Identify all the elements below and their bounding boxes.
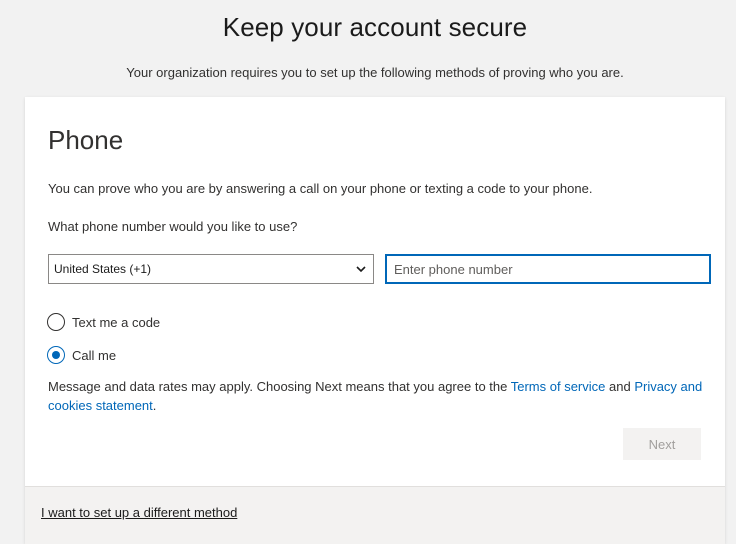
disclaimer-text-after: . [152, 398, 157, 413]
country-code-selected: United States (+1) [54, 262, 152, 276]
chevron-down-icon [356, 266, 366, 273]
page-subtitle: Your organization requires you to set up… [126, 65, 624, 80]
call-me-option[interactable]: Call me [47, 346, 116, 364]
rates-disclaimer: Message and data rates may apply. Choosi… [48, 377, 708, 415]
terms-of-service-link[interactable]: Terms of service [511, 379, 606, 394]
phone-number-input[interactable] [385, 254, 711, 284]
different-method-link[interactable]: I want to set up a different method [41, 505, 237, 520]
phone-number-question: What phone number would you like to use? [48, 219, 298, 234]
page-title: Keep your account secure [222, 12, 528, 42]
phone-setup-card: Phone You can prove who you are by answe… [25, 97, 725, 544]
text-me-a-code-label: Text me a code [72, 314, 161, 330]
card-footer: I want to set up a different method [25, 486, 725, 544]
next-button[interactable]: Next [623, 428, 701, 460]
disclaimer-text-before: Message and data rates may apply. Choosi… [48, 379, 511, 394]
text-me-a-code-radio[interactable] [47, 313, 65, 331]
disclaimer-text-middle: and [605, 379, 635, 394]
call-me-label: Call me [72, 347, 117, 363]
card-description: You can prove who you are by answering a… [48, 181, 593, 196]
country-code-select[interactable]: United States (+1) [48, 254, 374, 284]
call-me-radio[interactable] [47, 346, 65, 364]
text-me-a-code-option[interactable]: Text me a code [47, 313, 160, 331]
card-heading: Phone [48, 125, 124, 155]
